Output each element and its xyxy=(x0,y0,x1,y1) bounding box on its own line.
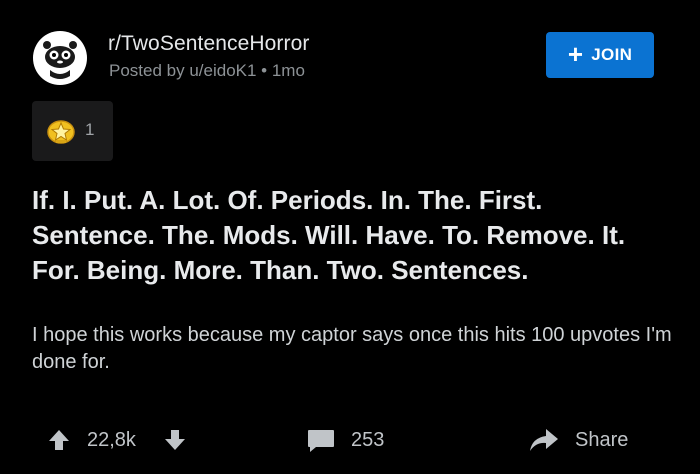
post-author-meta: Posted by u/eidoK1 • 1mo xyxy=(109,61,305,80)
share-arrow-icon[interactable] xyxy=(528,427,560,453)
arrow-down-icon[interactable] xyxy=(163,428,187,452)
join-button[interactable]: + JOIN xyxy=(546,32,654,78)
subreddit-avatar-icon[interactable] xyxy=(32,30,88,86)
star-award-icon xyxy=(46,118,76,144)
join-label: JOIN xyxy=(591,45,633,64)
post-title[interactable]: If. I. Put. A. Lot. Of. Periods. In. The… xyxy=(32,183,672,288)
subreddit-name[interactable]: r/TwoSentenceHorror xyxy=(108,32,309,56)
post-header: r/TwoSentenceHorror Posted by u/eidoK1 •… xyxy=(32,28,654,86)
post-body: I hope this works because my captor says… xyxy=(32,324,672,373)
award-badge[interactable]: 1 xyxy=(32,101,113,161)
post-action-bar: 22,8k 253 Share xyxy=(0,418,700,462)
vote-count: 22,8k xyxy=(87,429,136,451)
comment-bubble-icon[interactable] xyxy=(306,428,336,454)
award-count: 1 xyxy=(85,120,95,139)
plus-icon: + xyxy=(567,39,584,69)
arrow-up-icon[interactable] xyxy=(47,428,71,452)
comment-count[interactable]: 253 xyxy=(351,429,384,452)
share-button[interactable]: Share xyxy=(575,429,628,452)
